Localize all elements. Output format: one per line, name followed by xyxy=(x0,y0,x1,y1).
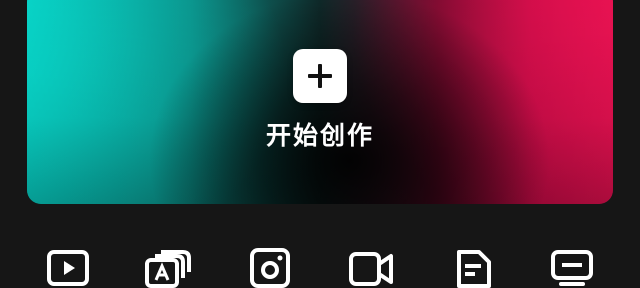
start-creating-label[interactable]: 开始创作 xyxy=(0,116,640,152)
text-layers-icon[interactable] xyxy=(145,246,193,288)
document-icon[interactable] xyxy=(451,246,499,288)
video-camera-icon[interactable] xyxy=(347,246,395,288)
monitor-icon[interactable] xyxy=(549,246,597,288)
create-screen: 开始创作 xyxy=(0,0,640,288)
tool-row xyxy=(0,246,640,288)
photo-frame-icon[interactable] xyxy=(248,246,296,288)
plus-icon[interactable] xyxy=(293,49,347,103)
play-video-icon[interactable] xyxy=(45,246,93,288)
